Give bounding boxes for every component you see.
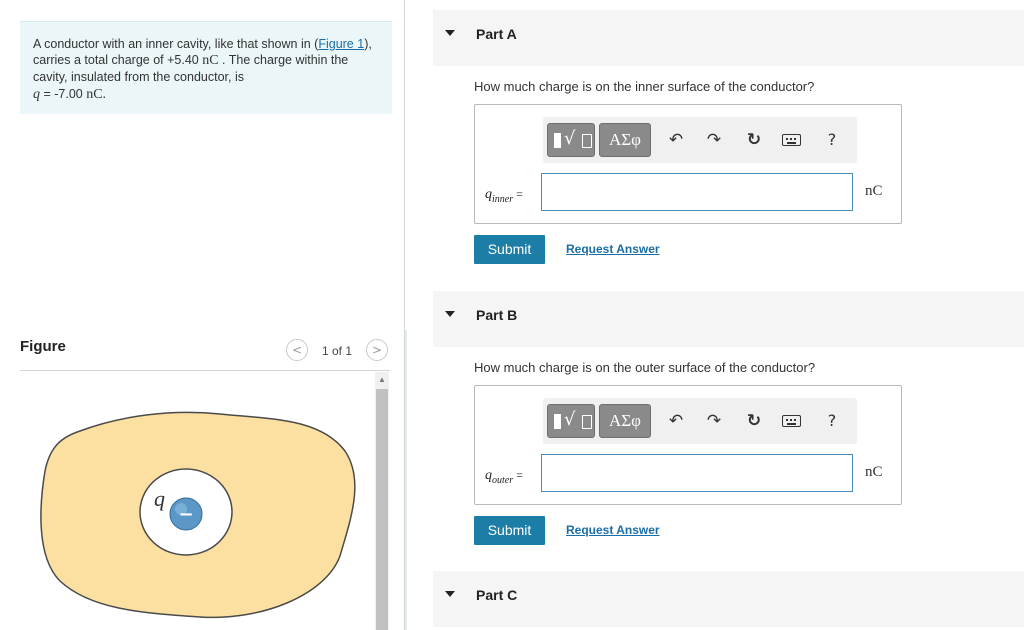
q-unit: nC. bbox=[86, 86, 107, 102]
q-value: = -7.00 bbox=[40, 86, 87, 101]
part-b-question: How much charge is on the outer surface … bbox=[474, 360, 816, 375]
template-block-icon bbox=[554, 414, 561, 429]
charge-label: q bbox=[154, 486, 165, 511]
pager-text: 1 of 1 bbox=[322, 344, 353, 358]
redo-icon[interactable]: ↷ bbox=[703, 129, 725, 151]
figure-image: − q bbox=[20, 371, 375, 630]
templates-button[interactable]: √ bbox=[547, 123, 595, 157]
part-b-header[interactable]: Part B bbox=[433, 291, 1024, 347]
template-box-icon bbox=[582, 134, 592, 148]
reset-icon[interactable]: ↻ bbox=[743, 129, 765, 151]
left-panel: A conductor with an inner cavity, like t… bbox=[0, 0, 405, 630]
template-block-icon bbox=[554, 133, 561, 148]
problem-text-intro: A conductor with an inner cavity, like t… bbox=[33, 37, 319, 51]
collapse-triangle-icon[interactable] bbox=[445, 311, 455, 317]
part-a-request-answer-link[interactable]: Request Answer bbox=[566, 242, 660, 256]
part-b-request-answer-link[interactable]: Request Answer bbox=[566, 523, 660, 537]
part-a-header[interactable]: Part A bbox=[433, 10, 1024, 66]
redo-icon[interactable]: ↷ bbox=[703, 410, 725, 432]
keyboard-icon[interactable] bbox=[781, 129, 803, 151]
help-button[interactable]: ? bbox=[821, 410, 843, 432]
q-outer-unit: nC bbox=[865, 464, 883, 480]
problem-statement: A conductor with an inner cavity, like t… bbox=[20, 21, 392, 114]
q-outer-input[interactable] bbox=[541, 454, 853, 492]
panel-divider bbox=[405, 330, 407, 630]
help-button[interactable]: ? bbox=[821, 129, 843, 151]
greek-symbols-button[interactable]: ΑΣφ bbox=[599, 123, 651, 157]
q-symbol: q bbox=[33, 86, 40, 102]
charge-sign: − bbox=[178, 504, 193, 525]
reset-icon[interactable]: ↻ bbox=[743, 410, 765, 432]
pager-next-button[interactable]: > bbox=[366, 339, 388, 361]
part-a-question: How much charge is on the inner surface … bbox=[474, 79, 815, 94]
greek-symbols-button[interactable]: ΑΣφ bbox=[599, 404, 651, 438]
figure-title: Figure bbox=[20, 338, 66, 355]
q-inner-input[interactable] bbox=[541, 173, 853, 211]
part-a-answer-box: √ ΑΣφ ↶ ↷ ↻ ? qinner = nC bbox=[474, 104, 902, 224]
q-outer-label: qouter = bbox=[485, 468, 523, 486]
figure-scrollbar[interactable]: ▲ bbox=[375, 372, 389, 630]
undo-icon[interactable]: ↶ bbox=[665, 129, 687, 151]
conductor-diagram: − q bbox=[40, 411, 356, 619]
part-b-answer-box: √ ΑΣφ ↶ ↷ ↻ ? qouter = nC bbox=[474, 385, 902, 505]
part-c-label: Part C bbox=[476, 587, 518, 603]
collapse-triangle-icon[interactable] bbox=[445, 591, 455, 597]
figure-link[interactable]: Figure 1 bbox=[318, 37, 364, 51]
scroll-up-arrow-icon[interactable]: ▲ bbox=[375, 372, 389, 388]
q-inner-unit: nC bbox=[865, 183, 883, 199]
sqrt-icon: √ bbox=[564, 409, 576, 430]
templates-button[interactable]: √ bbox=[547, 404, 595, 438]
template-box-icon bbox=[582, 415, 592, 429]
math-toolbar: √ ΑΣφ ↶ ↷ ↻ ? bbox=[543, 398, 857, 444]
part-b-label: Part B bbox=[476, 307, 518, 323]
scroll-thumb[interactable] bbox=[376, 389, 388, 630]
part-c-header[interactable]: Part C bbox=[433, 571, 1024, 627]
charge-unit: nC bbox=[202, 53, 219, 69]
undo-icon[interactable]: ↶ bbox=[665, 410, 687, 432]
sqrt-icon: √ bbox=[564, 128, 576, 149]
collapse-triangle-icon[interactable] bbox=[445, 30, 455, 36]
part-b-submit-button[interactable]: Submit bbox=[474, 516, 545, 545]
q-inner-label: qinner = bbox=[485, 187, 523, 205]
math-toolbar: √ ΑΣφ ↶ ↷ ↻ ? bbox=[543, 117, 857, 163]
pager-prev-button[interactable]: < bbox=[286, 339, 308, 361]
part-a-label: Part A bbox=[476, 26, 517, 42]
part-a-submit-button[interactable]: Submit bbox=[474, 235, 545, 264]
keyboard-icon[interactable] bbox=[781, 410, 803, 432]
